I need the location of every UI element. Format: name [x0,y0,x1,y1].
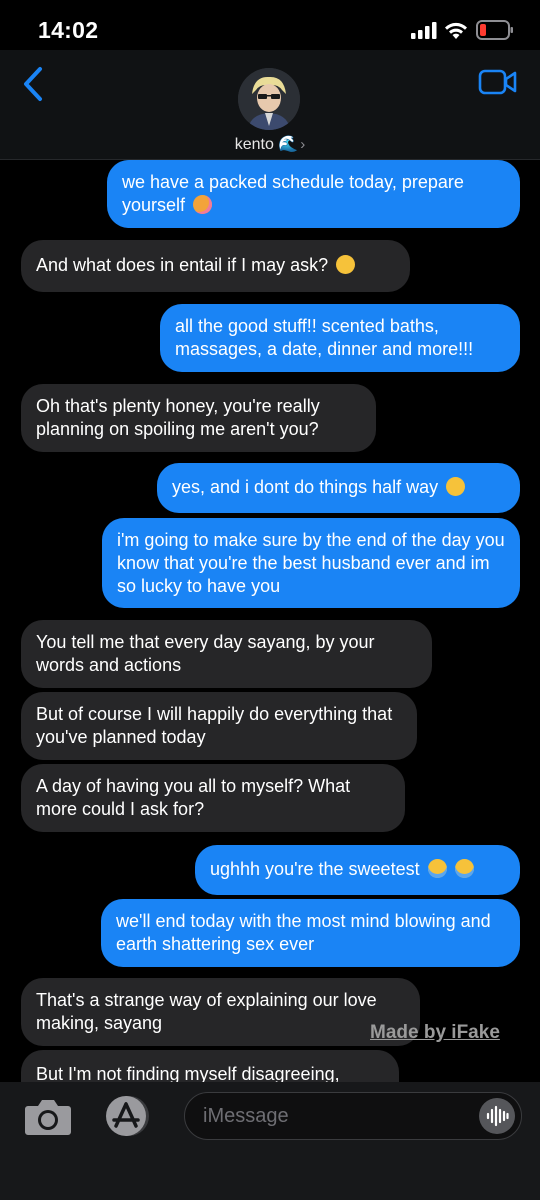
face-with-tears-of-joy-icon [336,255,356,274]
loudly-crying-face-icon [427,859,447,878]
message-text: And what does in entail if I may ask? [36,255,329,275]
message-text: ughhh you're the sweetest [210,859,420,879]
smirking-face-icon [446,477,466,496]
message-input[interactable]: iMessage [184,1092,522,1140]
message-bubble-received[interactable]: You tell me that every day sayang, by yo… [21,620,432,688]
message-text: i'm going to make sure by the end of the… [117,530,505,596]
message-bubble-sent[interactable]: yes, and i dont do things half way [157,463,520,513]
app-store-icon[interactable] [100,1094,154,1138]
message-bubble-sent[interactable]: i'm going to make sure by the end of the… [102,518,520,608]
wifi-icon [445,22,467,39]
message-bubble-sent[interactable]: ughhh you're the sweetest [195,845,520,895]
contact-avatar[interactable] [238,68,300,130]
message-bubble-received[interactable]: And what does in entail if I may ask? [21,240,410,292]
camera-icon[interactable] [24,1096,72,1136]
message-bubble-sent[interactable]: we'll end today with the most mind blowi… [101,899,520,967]
message-bubble-received[interactable]: That's a strange way of explaining our l… [21,978,420,1046]
audio-waveform-icon[interactable] [479,1098,515,1134]
message-bubble-received[interactable]: A day of having you all to myself? What … [21,764,405,832]
back-chevron-icon[interactable] [20,66,46,102]
message-text: yes, and i dont do things half way [172,477,439,497]
message-bubble-sent[interactable]: all the good stuff!! scented baths, mass… [160,304,520,372]
video-camera-icon[interactable] [478,68,518,96]
status-time: 14:02 [38,17,99,43]
input-bar: iMessage [0,1082,540,1200]
message-text: all the good stuff!! scented baths, mass… [175,316,474,359]
message-text: But of course I will happily do everythi… [36,704,393,747]
message-text: But I'm not finding myself disagreeing, [36,1064,340,1084]
contact-name[interactable]: kento 🌊 › [0,134,540,154]
message-text: Oh that's plenty honey, you're really pl… [36,396,320,439]
message-text: we have a packed schedule today, prepare… [122,172,464,215]
battery-icon [476,20,513,40]
message-bubble-sent[interactable]: we have a packed schedule today, prepare… [107,160,520,228]
message-text: we'll end today with the most mind blowi… [116,911,491,954]
message-input-placeholder: iMessage [203,1105,289,1127]
loudly-crying-face-icon [454,859,474,878]
conversation-header: kento 🌊 › [0,50,540,160]
message-text: A day of having you all to myself? What … [36,776,351,819]
smiling-face-with-hearts-icon [193,195,213,214]
cellular-signal-icon [411,22,437,39]
message-text: You tell me that every day sayang, by yo… [36,632,375,675]
chevron-right-icon: › [300,136,306,153]
message-bubble-received[interactable]: But of course I will happily do everythi… [21,692,417,760]
message-text: That's a strange way of explaining our l… [36,990,377,1033]
watermark: Made by iFake [370,1022,500,1043]
contact-name-label: kento 🌊 [234,136,299,153]
message-bubble-received[interactable]: Oh that's plenty honey, you're really pl… [21,384,376,452]
